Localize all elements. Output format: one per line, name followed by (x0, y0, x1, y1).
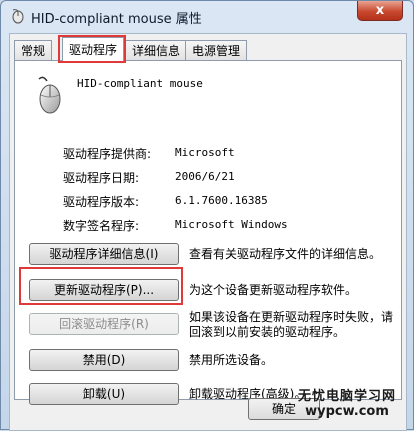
digital-signer-label: 数字签名程序: (63, 219, 140, 233)
driver-provider-label: 驱动程序提供商: (63, 147, 152, 161)
disable-description: 禁用所选设备。 (189, 353, 274, 367)
roll-back-description-line1: 如果该设备在更新驱动程序时失败，请 (189, 310, 394, 324)
dialog-body: 常规 驱动程序 详细信息 电源管理 HID-compliant mouse 驱动… (9, 33, 407, 431)
tab-driver[interactable]: 驱动程序 (62, 37, 125, 61)
driver-details-description: 查看有关驱动程序文件的详细信息。 (189, 247, 382, 261)
driver-date-label: 驱动程序日期: (63, 171, 140, 185)
tab-power-management[interactable]: 电源管理 (185, 40, 248, 60)
driver-date-value: 2006/6/21 (175, 170, 235, 183)
roll-back-description-line2: 回滚到以前安装的驱动程序。 (189, 325, 346, 339)
close-icon: x (375, 3, 385, 18)
driver-panel: HID-compliant mouse 驱动程序提供商: Microsoft 驱… (14, 60, 402, 405)
disable-button[interactable]: 禁用(D) (29, 349, 179, 371)
mouse-device-icon (38, 76, 61, 114)
driver-provider-value: Microsoft (175, 146, 235, 159)
window-title: HID-compliant mouse 属性 (31, 12, 202, 27)
watermark-line2: wypcw.com (305, 404, 389, 419)
driver-version-value: 6.1.7600.16385 (175, 194, 268, 207)
mouse-icon (12, 9, 24, 24)
properties-window: HID-compliant mouse 属性 x 常规 驱动程序 详细信息 电源… (0, 0, 414, 431)
site-watermark: 无忧电脑学习网 wypcw.com (291, 385, 403, 419)
driver-version-label: 驱动程序版本: (63, 195, 140, 209)
tab-general[interactable]: 常规 (14, 40, 53, 60)
device-name: HID-compliant mouse (77, 77, 203, 90)
title-bar[interactable]: HID-compliant mouse 属性 x (1, 1, 413, 31)
watermark-line1: 无忧电脑学习网 (297, 389, 396, 404)
roll-back-driver-button[interactable]: 回滚驱动程序(R) (29, 313, 179, 335)
update-driver-description: 为这个设备更新驱动程序软件。 (189, 283, 358, 297)
digital-signer-value: Microsoft Windows (175, 218, 288, 231)
driver-details-button[interactable]: 驱动程序详细信息(I) (29, 243, 179, 265)
uninstall-button[interactable]: 卸载(U) (29, 383, 179, 405)
close-button[interactable]: x (357, 1, 403, 21)
update-driver-button[interactable]: 更新驱动程序(P)... (29, 279, 179, 301)
tab-details[interactable]: 详细信息 (125, 40, 188, 60)
